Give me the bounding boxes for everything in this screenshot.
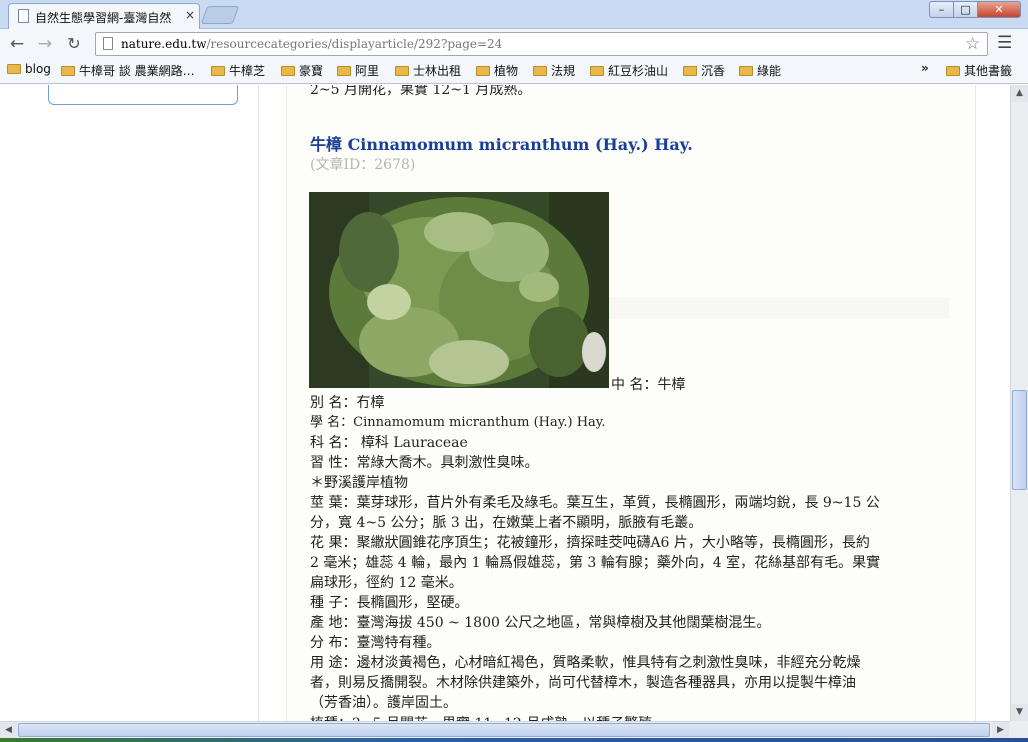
folder-icon [533,66,547,76]
bookmarks-bar: blog 牛樟哥 談 農業網路… 牛樟芝 豪寶 阿里 士林出租 植物 法規 紅豆… [0,58,1028,84]
folder-icon [395,66,409,76]
folder-icon [337,66,351,76]
close-window-button[interactable]: ✕ [977,1,1021,18]
article-line: （芳香油）。護岸固土。 [310,695,457,711]
address-bar[interactable]: nature.edu.tw/resourcecategories/display… [95,32,988,56]
bookmark-folder[interactable]: 士林出租 [395,62,461,80]
left-sidebar [0,85,258,721]
folder-icon [61,66,75,76]
reload-icon[interactable]: ↻ [63,33,85,55]
article-line-partial: 植種：2~5 月開花，果實 11~12 月成熟，以種子繁殖。 [310,713,666,721]
article-line: 莖 葉：葉芽球形，苜片外有柔毛及綠毛。葉互生，革質，長橢圓形，兩端均銳，長 9~… [310,495,880,511]
article-line: 分 布：臺灣特有種。 [310,635,441,651]
browser-tab[interactable]: 自然生態學習網-臺灣自然 × [8,3,200,30]
folder-icon [211,66,225,76]
scroll-up-icon[interactable]: ▲ [1011,85,1028,102]
horizontal-scroll-thumb[interactable] [18,723,990,737]
plant-photo-image [309,192,609,388]
page-viewport: 2~5 月開花，果實 12~1 月成熟。 牛樟 Cinnamomum micra… [0,85,1010,721]
chinese-name-line: 中 名：牛樟 [611,377,686,393]
bookmark-folder[interactable]: 阿里 [337,62,379,80]
bookmark-folder[interactable]: 綠能 [739,62,781,80]
hamburger-menu-icon[interactable]: ☰ [997,33,1012,53]
bookmark-folder[interactable]: 法規 [533,62,575,80]
article-body: 別 名：冇樟 學 名：Cinnamomum micranthum (Hay.) … [310,393,950,713]
article-line: 2 毫米；雄蕊 4 輪，最內 1 輪爲假雄蕊，第 3 輪有腺；藥外向，4 室，花… [310,555,881,571]
folder-icon [739,66,753,76]
tab-title: 自然生態學習網-臺灣自然 [35,11,172,25]
scrollbar-corner [1010,721,1028,738]
article-line: 者，則易反撟開裂。木材除供建築外，尚可代替樟木，製造各種器具，亦用以提製牛樟油 [310,675,856,691]
bookmark-folder[interactable]: 紅豆杉油山 [590,62,668,80]
tab-close-icon[interactable]: × [185,8,195,22]
minimize-button[interactable]: – [929,1,954,18]
plant-photo [309,192,609,388]
article-line: 科 名： 樟科 Lauraceae [310,435,468,451]
bookmark-blog[interactable]: blog [7,62,51,80]
article-line: 分，寬 4~5 公分；脈 3 出，在嫩葉上者不顯明，脈腋有毛叢。 [310,515,703,531]
scroll-right-icon[interactable]: ▶ [992,722,1009,738]
back-arrow-icon[interactable]: ← [6,33,28,55]
scroll-down-icon[interactable]: ▼ [1011,704,1028,721]
browser-toolbar: ← → ↻ nature.edu.tw/resourcecategories/d… [0,29,1028,58]
column-divider [258,85,259,721]
article-id: (文章ID：2678) [310,157,416,173]
page-icon [103,37,113,50]
url-text[interactable]: nature.edu.tw/resourcecategories/display… [121,37,502,51]
article-line: 用 途：邊材淡黃褐色，心材暗紅褐色，質略柔軟，惟具特有之刺激性臭味，非經充分乾燥 [310,655,861,671]
article-line: 習 性：常綠大喬木。具刺激性臭味。 [310,455,539,471]
folder-icon [590,66,604,76]
bookmark-folder[interactable]: 植物 [476,62,518,80]
vertical-scrollbar[interactable]: ▲ ▼ [1010,85,1028,721]
folder-icon [7,64,21,74]
horizontal-scrollbar[interactable]: ◀ ▶ [0,721,1010,738]
folder-icon [683,66,697,76]
article-line: 產 地：臺灣海拔 450 ~ 1800 公尺之地區，常與樟樹及其他闊葉樹混生。 [310,615,771,631]
bookmark-folder[interactable]: 牛樟哥 談 農業網路… [61,62,195,80]
folder-icon [281,66,295,76]
star-icon[interactable]: ☆ [965,34,980,54]
new-tab-button[interactable] [200,6,240,24]
sidebar-box [48,85,238,105]
previous-article-text: 2~5 月開花，果實 12~1 月成熟。 [310,85,532,98]
folder-icon [946,66,960,76]
scroll-left-icon[interactable]: ◀ [0,722,17,738]
article-title-link[interactable]: 牛樟 Cinnamomum micranthum (Hay.) Hay. [310,131,693,155]
article-line: 種 子：長橢圓形，堅硬。 [310,595,469,611]
maximize-button[interactable]: □ [953,1,978,18]
article-line: ＊野溪護岸植物 [310,475,408,491]
bookmarks-overflow-button[interactable]: » [921,61,929,75]
page-favicon-icon [18,9,29,23]
article-line: 學 名：Cinnamomum micranthum (Hay.) Hay. [310,415,606,430]
photo-side-area [609,297,949,319]
bookmark-folder[interactable]: 沉香 [683,62,725,80]
forward-arrow-icon[interactable]: → [34,33,56,55]
title-bar: 自然生態學習網-臺灣自然 × – □ ✕ [0,0,1028,30]
vertical-scroll-thumb[interactable] [1012,390,1027,490]
folder-icon [476,66,490,76]
article-line: 花 果：聚繖狀圓錐花序頂生；花被鐘形，擠探畦茭吨礴A6 片，大小略等，長橢圓形，… [310,535,870,551]
bookmark-folder[interactable]: 牛樟芝 [211,62,265,80]
bookmark-folder[interactable]: 豪寶 [281,62,323,80]
article-line: 別 名：冇樟 [310,395,385,411]
article-line: 扁球形，徑約 12 毫米。 [310,575,463,591]
other-bookmarks-folder[interactable]: 其他書籤 [946,62,1012,80]
taskbar-strip [0,738,1028,742]
